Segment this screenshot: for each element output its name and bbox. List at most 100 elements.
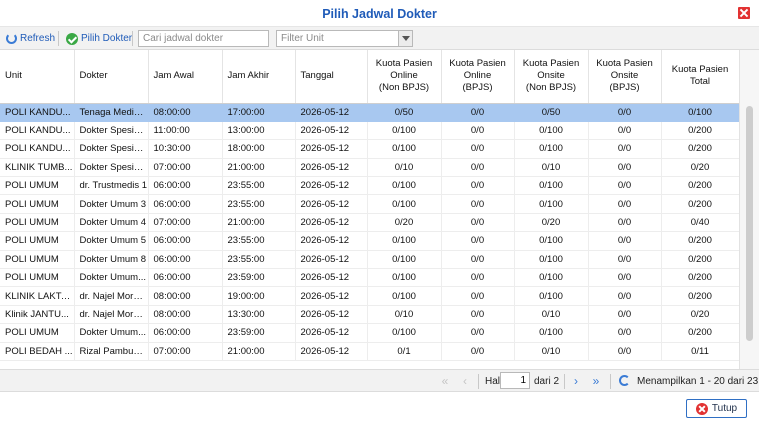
cell-online-bpjs: 0/0 (441, 194, 515, 214)
table-row[interactable]: POLI BEDAH ... Rizal Pambudi,... 07:00:00 2… (0, 342, 740, 361)
cell-onsite-non-bpjs: 0/20 (514, 213, 589, 233)
prev-page-icon[interactable]: ‹ (459, 374, 471, 388)
cell-onsite-non-bpjs: 0/100 (514, 323, 589, 343)
cell-onsite-bpjs: 0/0 (588, 342, 662, 361)
cell-total: 0/200 (661, 121, 740, 141)
next-page-icon[interactable]: › (570, 374, 582, 388)
cell-online-non-bpjs: 0/100 (367, 323, 442, 343)
pilih-dokter-button[interactable]: Pilih Dokter (66, 31, 132, 46)
cell-online-bpjs: 0/0 (441, 139, 515, 159)
vertical-scrollbar[interactable] (739, 50, 759, 369)
cell-dokter: Dokter Umum 8 (74, 250, 149, 270)
cell-dokter: dr. Najel Mornov (74, 305, 149, 325)
cell-onsite-non-bpjs: 0/100 (514, 176, 589, 196)
table-row[interactable]: POLI KANDU... Dokter Spesial... 11:00:00 13… (0, 121, 740, 141)
pager-divider (610, 374, 611, 389)
last-page-icon[interactable]: » (589, 374, 603, 388)
col-tanggal[interactable]: Tanggal (295, 50, 368, 104)
col-online-bpjs[interactable]: Kuota Pasien Online (BPJS) (441, 50, 515, 104)
cell-onsite-non-bpjs: 0/10 (514, 342, 589, 361)
cell-jam-awal: 07:00:00 (148, 213, 223, 233)
table-row[interactable]: POLI UMUM dr. Trustmedis 1 06:00:00 23:55:0… (0, 176, 740, 196)
table-row[interactable]: POLI UMUM Dokter Umum... 06:00:00 23:59:00 2… (0, 268, 740, 288)
col-onsite-non-bpjs[interactable]: Kuota Pasien Onsite (Non BPJS) (514, 50, 589, 104)
table-row[interactable]: POLI UMUM Dokter Umum 5 06:00:00 23:55:00 20… (0, 231, 740, 251)
cell-dokter: Dokter Spesial... (74, 139, 149, 159)
cell-jam-awal: 07:00:00 (148, 158, 223, 178)
chevron-down-icon[interactable] (398, 30, 413, 47)
cell-total: 0/200 (661, 250, 740, 270)
cell-dokter: dr. Trustmedis 1 (74, 176, 149, 196)
cell-onsite-non-bpjs: 0/10 (514, 305, 589, 325)
refresh-label: Refresh (20, 33, 56, 44)
cell-unit: POLI UMUM (0, 213, 75, 233)
close-button[interactable]: Tutup (686, 399, 747, 418)
cell-tanggal: 2026-05-12 (295, 286, 368, 306)
col-online-non-bpjs[interactable]: Kuota Pasien Online (Non BPJS) (367, 50, 442, 104)
filter-unit-select[interactable] (276, 30, 399, 47)
page-input[interactable] (500, 372, 530, 389)
table-row[interactable]: POLI UMUM Dokter Umum... 06:00:00 23:59:00 2… (0, 323, 740, 343)
table-row[interactable]: KLINIK TUMB... Dokter Spesial... 07:00:00 2… (0, 158, 740, 178)
close-icon[interactable] (738, 7, 750, 19)
header-line: Kuota Pasien (522, 58, 580, 70)
grid-body: POLI KANDU... Tenaga Medis ... 08:00:00 17:… (0, 103, 740, 361)
col-jam-awal[interactable]: Jam Awal (148, 50, 223, 104)
cell-jam-akhir: 21:00:00 (222, 213, 296, 233)
cell-total: 0/200 (661, 194, 740, 214)
table-row[interactable]: POLI KANDU... Tenaga Medis ... 08:00:00 17:… (0, 103, 740, 122)
cell-onsite-non-bpjs: 0/100 (514, 286, 589, 306)
paging-toolbar: « ‹ Hal dari 2 › » Menampilkan 1 - 20 da… (0, 369, 759, 392)
header-line: Onsite (537, 70, 565, 82)
pager-divider (564, 374, 565, 389)
first-page-icon[interactable]: « (438, 374, 452, 388)
table-row[interactable]: POLI UMUM Dokter Umum 3 06:00:00 23:55:00 20… (0, 194, 740, 214)
cell-total: 0/11 (661, 342, 740, 361)
cell-onsite-non-bpjs: 0/100 (514, 250, 589, 270)
cell-dokter: Dokter Umum... (74, 323, 149, 343)
reload-icon[interactable] (619, 375, 630, 386)
search-input[interactable] (138, 30, 269, 47)
cell-online-bpjs: 0/0 (441, 121, 515, 141)
table-row[interactable]: Klinik JANTU... dr. Najel Mornov 08:00:00 1… (0, 305, 740, 325)
refresh-icon (6, 33, 17, 44)
close-circle-icon (695, 402, 708, 415)
refresh-button[interactable]: Refresh (6, 31, 55, 46)
cell-jam-awal: 06:00:00 (148, 268, 223, 288)
col-dokter[interactable]: Dokter (74, 50, 149, 104)
col-total[interactable]: Kuota Pasien Total (661, 50, 740, 104)
table-row[interactable]: POLI UMUM Dokter Umum 8 06:00:00 23:55:00 20… (0, 250, 740, 270)
check-icon (66, 32, 78, 45)
table-row[interactable]: POLI UMUM Dokter Umum 4 07:00:00 21:00:00 20… (0, 213, 740, 233)
cell-tanggal: 2026-05-12 (295, 103, 368, 122)
cell-tanggal: 2026-05-12 (295, 158, 368, 178)
cell-jam-akhir: 23:55:00 (222, 231, 296, 251)
table-row[interactable]: KLINIK LAKTASI dr. Najel Mornov 08:00:00 19… (0, 286, 740, 306)
cell-total: 0/200 (661, 231, 740, 251)
cell-onsite-non-bpjs: 0/50 (514, 103, 589, 122)
pilih-dokter-label: Pilih Dokter (81, 33, 133, 44)
scrollbar-thumb[interactable] (746, 106, 753, 341)
cell-dokter: Dokter Umum... (74, 268, 149, 288)
col-unit[interactable]: Unit (0, 50, 75, 104)
cell-jam-awal: 11:00:00 (148, 121, 223, 141)
cell-online-non-bpjs: 0/20 (367, 213, 442, 233)
cell-jam-awal: 08:00:00 (148, 286, 223, 306)
cell-onsite-non-bpjs: 0/100 (514, 268, 589, 288)
cell-unit: POLI KANDU... (0, 139, 75, 159)
table-row[interactable]: POLI KANDU... Dokter Spesial... 10:30:00 18… (0, 139, 740, 159)
cell-jam-akhir: 23:59:00 (222, 268, 296, 288)
cell-jam-awal: 06:00:00 (148, 323, 223, 343)
cell-unit: KLINIK LAKTASI (0, 286, 75, 306)
cell-tanggal: 2026-05-12 (295, 323, 368, 343)
header-line: Kuota Pasien (596, 58, 653, 70)
paging-summary: Menampilkan 1 - 20 dari 23 (637, 376, 759, 387)
col-jam-akhir[interactable]: Jam Akhir (222, 50, 296, 104)
cell-onsite-bpjs: 0/0 (588, 250, 662, 270)
cell-jam-akhir: 18:00:00 (222, 139, 296, 159)
cell-total: 0/200 (661, 268, 740, 288)
cell-unit: POLI BEDAH ... (0, 342, 75, 361)
cell-jam-awal: 06:00:00 (148, 176, 223, 196)
col-onsite-bpjs[interactable]: Kuota Pasien Onsite (BPJS) (588, 50, 662, 104)
cell-onsite-bpjs: 0/0 (588, 268, 662, 288)
